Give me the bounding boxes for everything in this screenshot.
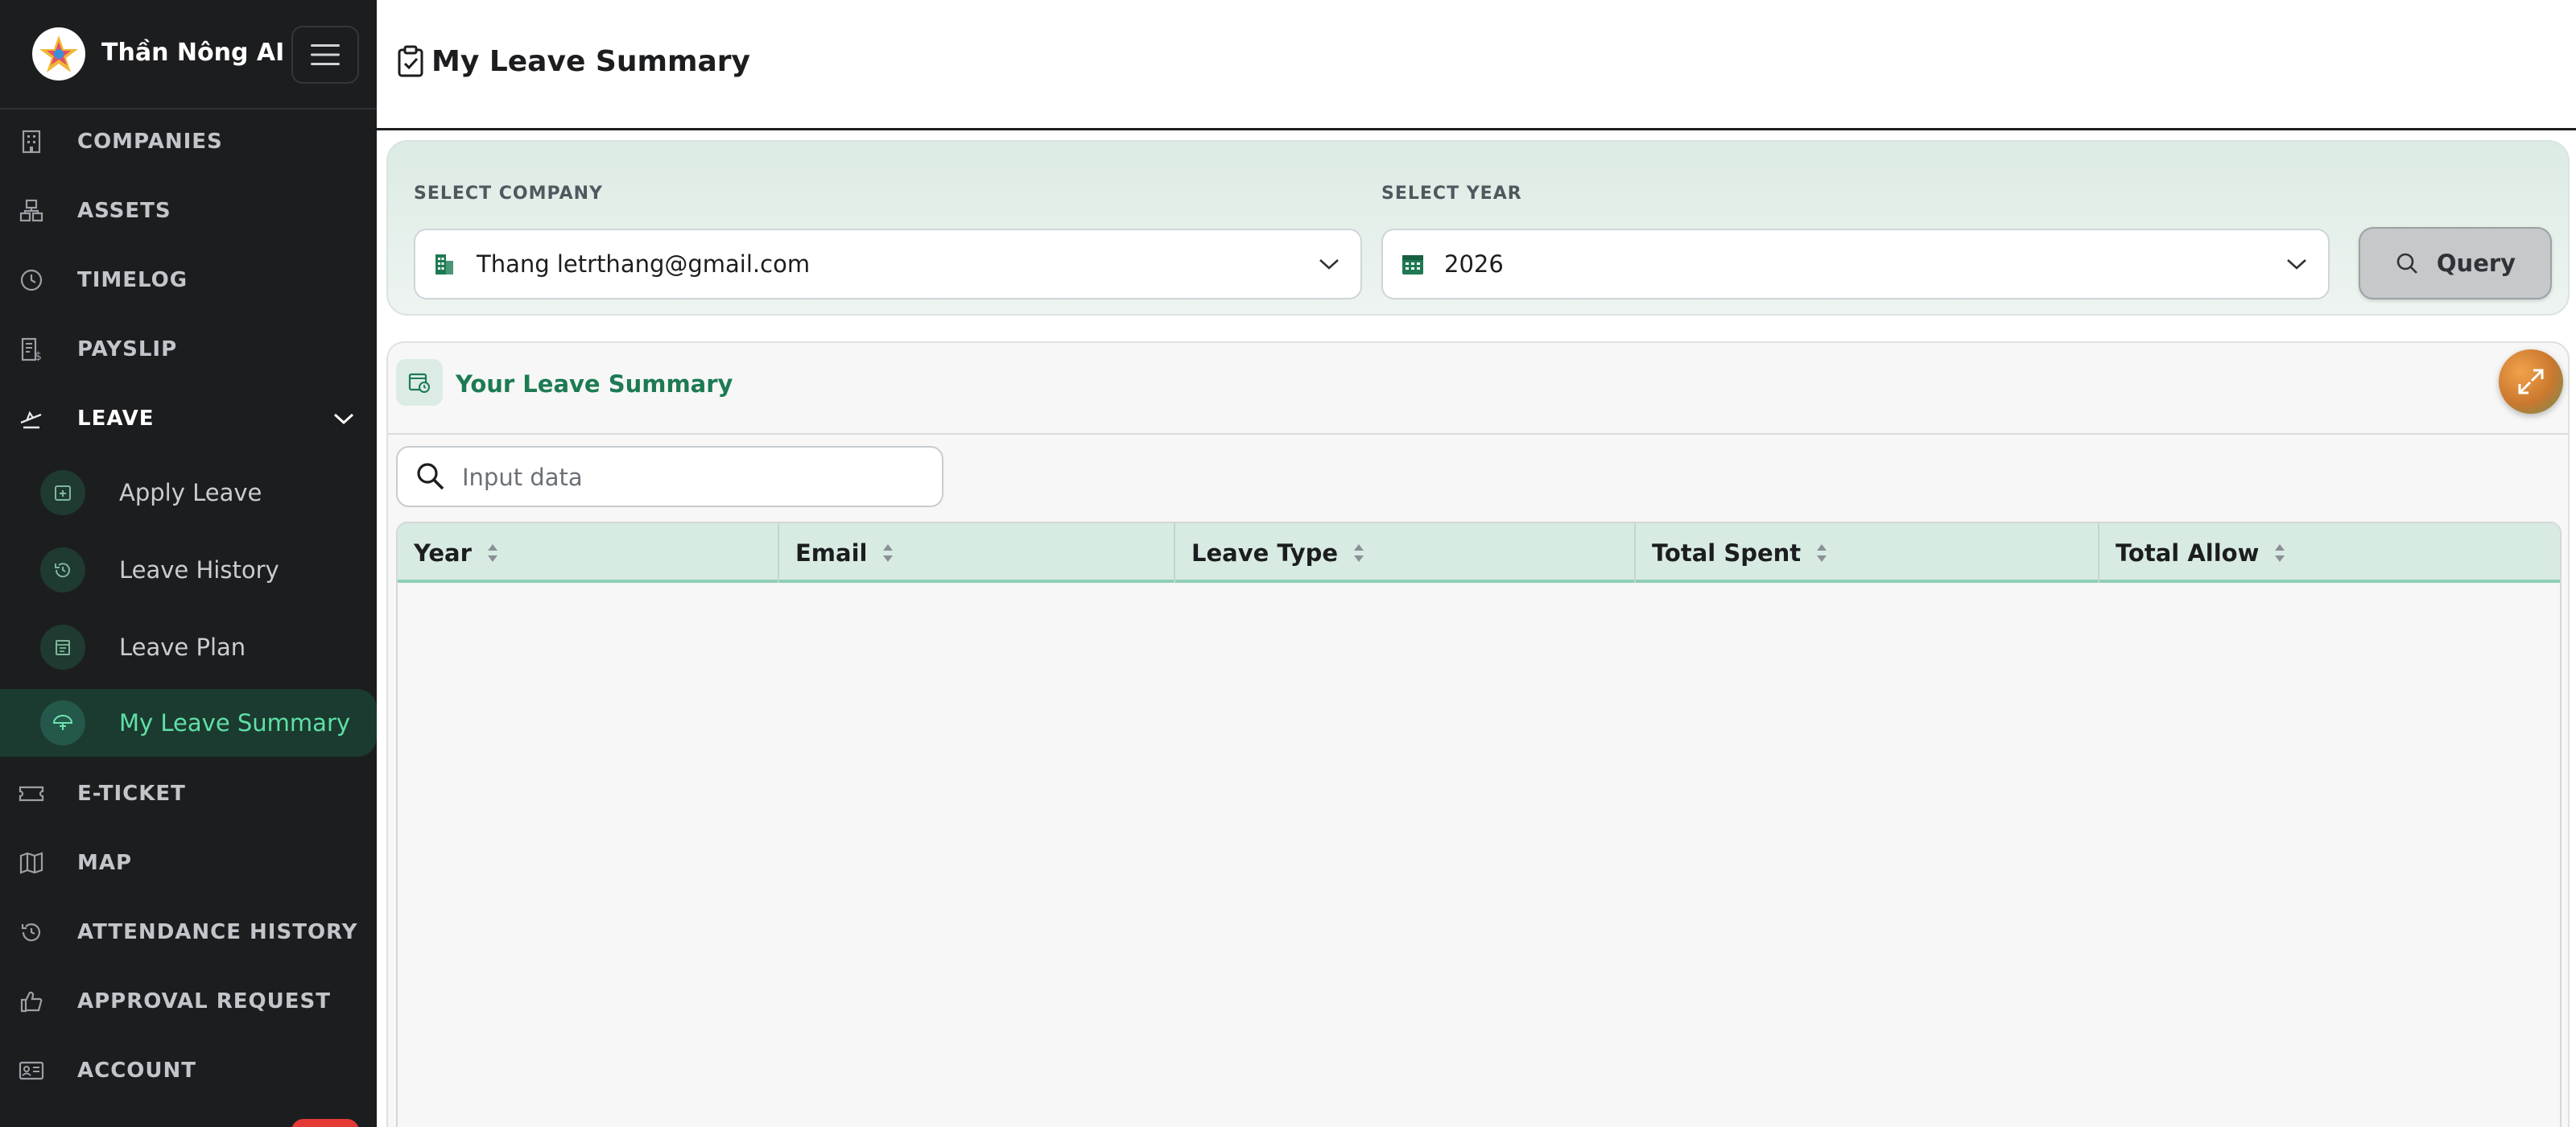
leave-summary-table: Year Email Leave Type Total Spent Total … bbox=[396, 522, 2562, 1127]
ticket-icon bbox=[18, 780, 45, 807]
column-header-total-spent[interactable]: Total Spent bbox=[1636, 523, 2099, 583]
page-title: My Leave Summary bbox=[431, 45, 750, 78]
payslip-icon: $ bbox=[18, 336, 45, 363]
table-search[interactable] bbox=[396, 446, 943, 507]
sort-icon bbox=[2275, 544, 2285, 562]
sidebar-item-label: APPROVAL REQUEST bbox=[77, 989, 331, 1013]
leave-summary-panel: Your Leave Summary Year Email Leave T bbox=[386, 341, 2570, 1127]
column-header-year[interactable]: Year bbox=[398, 523, 779, 583]
sidebar-item-label: PAYSLIP bbox=[77, 337, 178, 361]
sidebar-item-assets[interactable]: ASSETS bbox=[0, 179, 377, 243]
sidebar-item-label: ASSETS bbox=[77, 199, 171, 223]
sidebar-item-label: TIMELOG bbox=[77, 268, 188, 292]
chevron-down-icon bbox=[333, 413, 354, 425]
notification-badge[interactable] bbox=[291, 1119, 359, 1127]
sidebar-item-leave[interactable]: LEAVE bbox=[0, 386, 377, 451]
company-select-label: SELECT COMPANY bbox=[414, 184, 603, 204]
sidebar-item-payslip[interactable]: $ PAYSLIP bbox=[0, 317, 377, 382]
sort-icon bbox=[487, 544, 497, 562]
sidebar-item-account[interactable]: ACCOUNT bbox=[0, 1038, 377, 1103]
sidebar-item-label: ATTENDANCE HISTORY bbox=[77, 920, 358, 944]
hamburger-menu-button[interactable] bbox=[291, 26, 359, 84]
table-header-row: Year Email Leave Type Total Spent Total … bbox=[398, 523, 2560, 583]
sidebar-item-label: E-TICKET bbox=[77, 782, 186, 806]
chevron-down-icon bbox=[1319, 259, 1339, 270]
calendar-icon bbox=[40, 625, 85, 670]
svg-text:$: $ bbox=[35, 350, 42, 361]
hamburger-icon bbox=[311, 44, 340, 65]
sidebar-item-approval-request[interactable]: APPROVAL REQUEST bbox=[0, 969, 377, 1034]
expand-button[interactable] bbox=[2499, 349, 2563, 414]
thumbs-up-icon bbox=[18, 988, 45, 1015]
clipboard-check-icon bbox=[398, 45, 423, 77]
year-select-value: 2026 bbox=[1444, 250, 1504, 278]
sidebar-subitem-apply-leave[interactable]: Apply Leave bbox=[0, 459, 377, 526]
sidebar-subitem-my-leave-summary[interactable]: My Leave Summary bbox=[0, 689, 377, 757]
chevron-down-icon bbox=[2287, 259, 2306, 270]
app-name: Thần Nông AI bbox=[101, 39, 285, 67]
brand-header: Thần Nông AI bbox=[0, 0, 377, 109]
sidebar-subitem-leave-plan[interactable]: Leave Plan bbox=[0, 613, 377, 681]
building-icon bbox=[18, 128, 45, 155]
search-icon bbox=[417, 463, 444, 490]
column-header-email[interactable]: Email bbox=[779, 523, 1175, 583]
year-select[interactable]: 2026 bbox=[1381, 229, 2330, 299]
leave-summary-title: Your Leave Summary bbox=[456, 370, 733, 398]
filter-panel: SELECT COMPANY Thang letrthang@gmail.com… bbox=[386, 140, 2570, 316]
search-icon bbox=[2396, 253, 2417, 274]
history-icon bbox=[40, 547, 85, 592]
page-header: My Leave Summary bbox=[377, 0, 2576, 130]
sidebar-item-map[interactable]: MAP bbox=[0, 831, 377, 895]
sidebar-subitem-label: Leave Plan bbox=[119, 634, 246, 661]
sidebar-item-label: MAP bbox=[77, 851, 133, 875]
sidebar-subitem-label: Leave History bbox=[119, 556, 279, 584]
sidebar-item-label: ACCOUNT bbox=[77, 1059, 196, 1083]
sidebar-item-label: COMPANIES bbox=[77, 130, 223, 154]
sort-icon bbox=[1354, 544, 1364, 562]
sidebar-item-timelog[interactable]: TIMELOG bbox=[0, 248, 377, 312]
assets-icon bbox=[18, 197, 45, 225]
query-button-label: Query bbox=[2436, 250, 2516, 277]
sidebar-subitem-label: My Leave Summary bbox=[119, 709, 351, 737]
sidebar-item-label: LEAVE bbox=[77, 407, 155, 431]
sidebar: Thần Nông AI COMPANIES ASSETS TIMELOG $ bbox=[0, 0, 377, 1127]
sidebar-item-companies[interactable]: COMPANIES bbox=[0, 109, 377, 174]
calendar-clock-icon bbox=[396, 359, 443, 406]
map-icon bbox=[18, 849, 45, 877]
main-content: SELECT COMPANY Thang letrthang@gmail.com… bbox=[377, 130, 2576, 1127]
sort-icon bbox=[1817, 544, 1827, 562]
column-header-total-allow[interactable]: Total Allow bbox=[2099, 523, 2560, 583]
query-button[interactable]: Query bbox=[2359, 227, 2552, 299]
table-search-input[interactable] bbox=[462, 456, 929, 499]
expand-icon bbox=[2518, 369, 2544, 394]
sidebar-item-attendance-history[interactable]: ATTENDANCE HISTORY bbox=[0, 900, 377, 964]
sort-icon bbox=[883, 544, 894, 562]
leave-summary-header: Your Leave Summary bbox=[388, 343, 2568, 435]
leave-icon bbox=[18, 405, 45, 432]
year-select-label: SELECT YEAR bbox=[1381, 184, 1522, 204]
umbrella-icon bbox=[40, 700, 85, 745]
column-header-leave-type[interactable]: Leave Type bbox=[1175, 523, 1636, 583]
apply-leave-icon bbox=[40, 470, 85, 515]
company-select[interactable]: Thang letrthang@gmail.com bbox=[414, 229, 1362, 299]
sidebar-item-e-ticket[interactable]: E-TICKET bbox=[0, 762, 377, 826]
clock-icon bbox=[18, 266, 45, 294]
app-logo bbox=[32, 27, 85, 80]
id-card-icon bbox=[18, 1057, 45, 1084]
building-icon bbox=[436, 254, 453, 275]
attendance-icon bbox=[18, 919, 45, 946]
company-select-value: Thang letrthang@gmail.com bbox=[477, 250, 811, 278]
sidebar-subitem-leave-history[interactable]: Leave History bbox=[0, 536, 377, 604]
calendar-icon bbox=[1402, 255, 1423, 275]
sidebar-subitem-label: Apply Leave bbox=[119, 479, 262, 506]
